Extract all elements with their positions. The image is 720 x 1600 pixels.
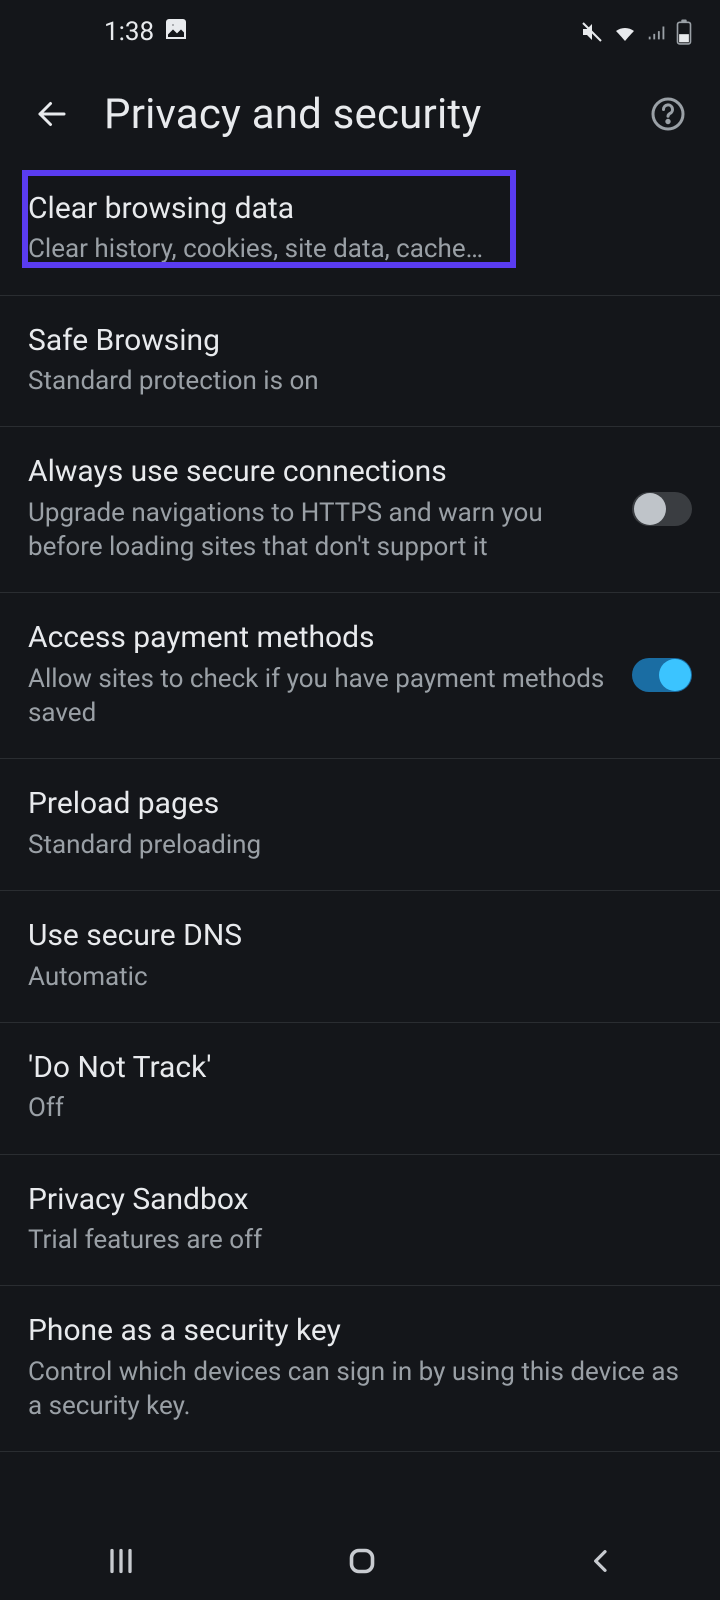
privacy-sandbox-item[interactable]: Privacy Sandbox Trial features are off: [0, 1155, 720, 1287]
item-subtitle: Off: [28, 1091, 692, 1125]
status-bar: 1:38: [0, 0, 720, 64]
signal-icon: [646, 20, 668, 44]
help-button[interactable]: [644, 90, 692, 138]
item-subtitle: Allow sites to check if you have payment…: [28, 662, 608, 731]
item-title: Preload pages: [28, 785, 692, 823]
do-not-track-item[interactable]: 'Do Not Track' Off: [0, 1023, 720, 1155]
settings-list: Clear browsing data Clear history, cooki…: [0, 164, 720, 1452]
item-title: 'Do Not Track': [28, 1049, 692, 1087]
item-title: Use secure DNS: [28, 917, 692, 955]
payment-methods-item[interactable]: Access payment methods Allow sites to ch…: [0, 593, 720, 759]
wifi-icon: [612, 20, 638, 44]
clock: 1:38: [104, 17, 154, 47]
secure-connections-toggle[interactable]: [632, 492, 692, 526]
item-subtitle: Standard preloading: [28, 828, 692, 862]
safe-browsing-item[interactable]: Safe Browsing Standard protection is on: [0, 296, 720, 428]
item-title: Access payment methods: [28, 619, 608, 657]
back-button[interactable]: [28, 90, 76, 138]
item-title: Always use secure connections: [28, 453, 608, 491]
item-title: Privacy Sandbox: [28, 1181, 692, 1219]
secure-dns-item[interactable]: Use secure DNS Automatic: [0, 891, 720, 1023]
item-title: Safe Browsing: [28, 322, 692, 360]
status-right: [580, 19, 692, 45]
mute-icon: [580, 20, 604, 44]
payment-methods-toggle[interactable]: [632, 658, 692, 692]
item-subtitle: Upgrade navigations to HTTPS and warn yo…: [28, 496, 608, 565]
item-subtitle: Trial features are off: [28, 1223, 692, 1257]
recents-button[interactable]: [103, 1543, 139, 1583]
item-subtitle: Standard protection is on: [28, 364, 692, 398]
image-icon: [164, 17, 188, 48]
battery-icon: [676, 19, 692, 45]
preload-pages-item[interactable]: Preload pages Standard preloading: [0, 759, 720, 891]
status-left: 1:38: [104, 17, 188, 48]
item-title: Clear browsing data: [28, 190, 692, 228]
clear-browsing-data-item[interactable]: Clear browsing data Clear history, cooki…: [0, 164, 720, 296]
page-title: Privacy and security: [104, 90, 616, 139]
secure-connections-item[interactable]: Always use secure connections Upgrade na…: [0, 427, 720, 593]
item-subtitle: Automatic: [28, 960, 692, 994]
back-nav-button[interactable]: [585, 1543, 617, 1583]
item-title: Phone as a security key: [28, 1312, 692, 1350]
item-subtitle: Control which devices can sign in by usi…: [28, 1355, 692, 1424]
home-button[interactable]: [344, 1543, 380, 1583]
phone-security-key-item[interactable]: Phone as a security key Control which de…: [0, 1286, 720, 1452]
app-bar: Privacy and security: [0, 64, 720, 164]
item-subtitle: Clear history, cookies, site data, cache…: [28, 232, 692, 266]
system-nav-bar: [0, 1526, 720, 1600]
